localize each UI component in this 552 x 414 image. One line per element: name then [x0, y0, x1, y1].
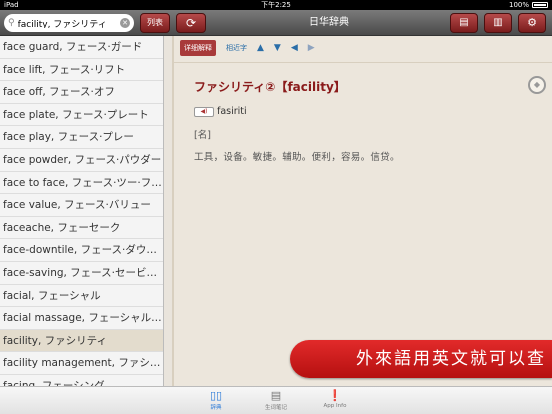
entry-content: 详细解释 相近字 ▲ ▼ ◀ ▶ ◆ ファシリティ②【facility】 ◀) … [172, 36, 552, 386]
book-icon: ▯▯ [209, 389, 223, 402]
list-item[interactable]: face off, フェース·オフ [0, 81, 163, 104]
content-tabs: 详细解释 相近字 ▲ ▼ ◀ ▶ [180, 40, 315, 56]
arrow-up-icon[interactable]: ▲ [257, 43, 264, 53]
list-item[interactable]: facility management, ファシリ… [0, 352, 163, 375]
tab-dictionary[interactable]: ▯▯ 辞典 [186, 389, 246, 411]
info-icon: ❗ [328, 389, 342, 402]
part-of-speech: [名] [194, 130, 211, 141]
clock: 下午2:25 [261, 1, 291, 9]
app-title: 日华辞典 [309, 17, 349, 28]
battery-percent: 100% [508, 1, 529, 9]
tab-bar: ▯▯ 辞典 ▤ 生词笔记 ❗ App Info [0, 386, 552, 414]
arrow-down-icon[interactable]: ▼ [274, 43, 281, 53]
refresh-icon: ⟳ [185, 16, 197, 30]
reading: fasiriti [217, 106, 247, 117]
bookmark-icon[interactable]: ◆ [528, 76, 546, 94]
status-bar: iPad 下午2:25 100% [0, 0, 552, 10]
promo-banner: 外來語用英文就可以查 [290, 340, 552, 378]
list-item[interactable]: face-downtile, フェース·ダウ… [0, 239, 163, 262]
tab-dictionary-label: 辞典 [210, 405, 222, 411]
search-icon: ⚲ [8, 18, 15, 28]
notes-icon: ▤ [459, 17, 469, 28]
battery-icon [532, 2, 548, 8]
gear-icon: ⚙ [527, 16, 537, 29]
list-item[interactable]: face lift, フェース·リフト [0, 59, 163, 82]
notes-button[interactable]: ▤ [450, 13, 478, 33]
settings-button[interactable]: ⚙ [518, 13, 546, 33]
refresh-button[interactable]: ⟳ [176, 13, 206, 33]
search-input[interactable] [17, 18, 114, 28]
list-item[interactable]: facility, ファシリティ [0, 329, 163, 353]
tab-app-info-label: App Info [323, 403, 347, 409]
list-button[interactable]: 列表 [140, 13, 170, 33]
list-item[interactable]: facial massage, フェーシャル·… [0, 307, 163, 330]
arrow-right-icon[interactable]: ▶ [308, 43, 315, 53]
clear-icon[interactable]: ✕ [120, 18, 130, 28]
list-item[interactable]: facing, フェーシング [0, 375, 163, 386]
speaker-icon[interactable]: ◀) [194, 106, 214, 117]
pronunciation-row: ◀) fasiriti [194, 106, 247, 117]
list-item[interactable]: faceache, フェーセーク [0, 217, 163, 240]
tab-app-info[interactable]: ❗ App Info [305, 389, 365, 409]
list-item[interactable]: face plate, フェース·プレート [0, 104, 163, 127]
list-item[interactable]: face to face, フェース·ツー·フ… [0, 172, 163, 195]
list-item[interactable]: face-saving, フェース·セービ… [0, 262, 163, 285]
notebook-icon: ▤ [270, 389, 282, 402]
list-item[interactable]: facial, フェーシャル [0, 285, 163, 308]
tab-detail[interactable]: 详细解释 [180, 40, 216, 56]
list-item[interactable]: face powder, フェース·パウダー [0, 149, 163, 172]
toolbar: ⚲ ✕ 列表 ⟳ 日华辞典 ▤ ▥ ⚙ [0, 10, 552, 36]
word-list: face guard, フェース·ガード face lift, フェース·リフト f… [0, 36, 164, 386]
tab-notes-label: 生词笔记 [264, 405, 287, 411]
arrow-left-icon[interactable]: ◀ [291, 43, 298, 53]
list-item[interactable]: face play, フェース·プレー [0, 126, 163, 149]
battery-status: 100% [509, 0, 548, 10]
list-item[interactable]: face guard, フェース·ガード [0, 36, 163, 59]
tab-similar[interactable]: 相近字 [226, 43, 247, 53]
tab-notes[interactable]: ▤ 生词笔记 [246, 389, 306, 411]
book-icon: ▥ [493, 17, 503, 28]
book-button[interactable]: ▥ [484, 13, 512, 33]
headword: ファシリティ②【facility】 [194, 80, 346, 94]
search-box[interactable]: ⚲ ✕ [4, 14, 134, 32]
definition: 工具，设备。敏捷。辅助。便利，容易。信贷。 [194, 152, 400, 163]
list-item[interactable]: face value, フェース·バリュー [0, 194, 163, 217]
